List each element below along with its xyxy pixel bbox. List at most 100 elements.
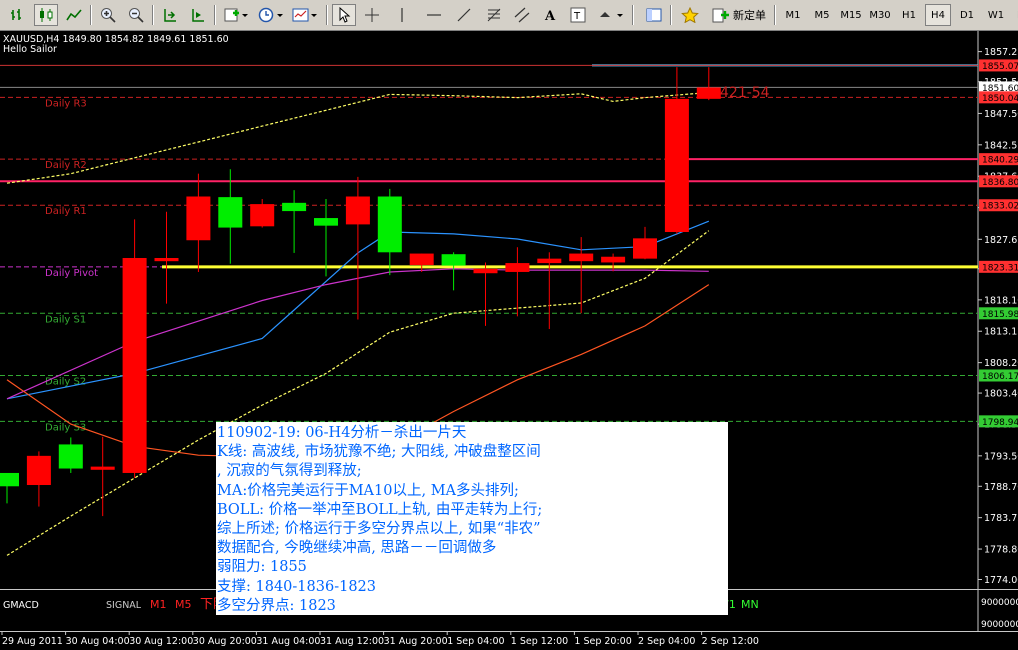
timeframe-m5[interactable]: M5 [809,4,835,26]
toolbar-separator [774,5,776,25]
toolbar-separator [670,5,672,25]
time-label: 29 Aug 2011 [2,636,63,647]
price-tick-label: 1813.15 [984,327,1018,338]
time-label: 31 Aug 04:00 [256,636,320,647]
new-order-button[interactable]: 新定单 [708,4,770,26]
price-tick-label: 1803.40 [984,389,1018,400]
crosshair-icon[interactable] [360,4,384,26]
timeframe-m15[interactable]: M15 [838,4,864,26]
gmacd-label: GMACD [3,600,39,611]
candlestick-chart-icon[interactable] [34,4,58,26]
candle-body [186,196,211,241]
timeframe-m30[interactable]: M30 [867,4,893,26]
zoom-out-icon[interactable] [124,4,148,26]
price-tick-label: 1842.55 [984,140,1018,151]
time-label: 1 Sep 20:00 [574,636,631,647]
commentary-line: BOLL: 价格一举冲至BOLL上轨, 由平走转为上行; [217,501,543,518]
price-tick-label: 1778.80 [984,545,1018,556]
time-label: 30 Aug 04:00 [66,636,130,647]
candle-body [0,472,19,487]
level-label-daily-pivot: Daily Pivot [45,268,98,279]
price-tick-label: 1774.00 [984,575,1018,586]
candle-body [569,253,594,262]
indicators-menu-icon[interactable] [222,4,250,26]
svg-text:T: T [573,11,581,22]
time-label: 2 Sep 12:00 [702,636,759,647]
candle-body [537,258,562,264]
toolbar-separator [214,5,216,25]
periods-menu-icon[interactable] [256,4,286,26]
time-label: 31 Aug 20:00 [384,636,448,647]
toolbar: A T 新定单 M1M5M15M30H1H4D1W1MN [0,0,1018,31]
price-tick-label: 1783.75 [984,513,1018,524]
line-chart-icon[interactable] [62,4,86,26]
text-label-icon[interactable]: T [566,4,590,26]
commentary-line: 综上所述; 价格运行于多空分界点以上, 如果“非农” [217,521,541,538]
level-label-daily-s1: Daily S1 [45,314,86,325]
zoom-in-icon[interactable] [96,4,120,26]
signal-m1: M1 [150,598,167,611]
commentary-line: 多空分界点: 1823 [217,597,336,614]
price-tick-label: 1818.10 [984,295,1018,306]
chart-window[interactable]: 1857.251852.501847.501842.551837.601832.… [0,31,1018,650]
svg-text:A: A [544,9,556,23]
horizontal-line-icon[interactable] [422,4,446,26]
candle-body [122,258,147,473]
candle-body [282,202,307,212]
timeframe-m1[interactable]: M1 [780,4,806,26]
cursor-icon[interactable] [332,4,356,26]
candle-body [633,238,657,259]
timeframe-h4[interactable]: H4 [925,4,951,26]
signal-label: SIGNAL [106,600,142,611]
price-tag-label: 1836.80 [982,178,1018,188]
timeframe-w1[interactable]: W1 [983,4,1009,26]
commentary-line: , 沉寂的气氛得到释放; [217,463,362,480]
subwindow-scale-bottom: 9000000 [981,620,1018,630]
channel-icon[interactable] [510,4,534,26]
commentary-line: 支撑: 1840-1836-1823 [217,578,376,595]
price-tag-label: 1840.29 [982,156,1018,166]
fibonacci-icon[interactable] [482,4,506,26]
favorites-star-icon[interactable] [678,4,702,26]
level-label-daily-r2: Daily R2 [45,160,87,171]
candle-body [505,263,530,272]
level-label-daily-s2: Daily S2 [45,377,86,388]
new-order-icon [712,8,729,23]
commentary-line: 弱阻力: 1855 [217,559,307,576]
toolbar-separator [152,5,154,25]
text-tool-icon[interactable]: A [538,4,562,26]
price-tick-label: 1847.50 [984,109,1018,120]
level-label-daily-r3: Daily R3 [45,98,87,109]
timeframe-h1[interactable]: H1 [896,4,922,26]
templates-menu-icon[interactable] [290,4,320,26]
price-tick-label: 1793.50 [984,451,1018,462]
candle-body [154,258,179,262]
commentary-line: 110902-19: 06-H4分析－杀出一片天 [217,425,467,441]
candle-body [26,455,51,486]
trendline-icon[interactable] [452,4,476,26]
analysis-commentary: 110902-19: 06-H4分析－杀出一片天 K线: 高波线, 市场犹豫不绝… [216,422,728,615]
candle-body [250,204,275,227]
timeframe-d1[interactable]: D1 [954,4,980,26]
indicator-name: Hello Sailor [3,44,57,55]
chart-shift-icon[interactable] [186,4,210,26]
candle-body [601,256,626,263]
time-label: 30 Aug 12:00 [129,636,193,647]
arrows-menu-icon[interactable] [596,4,626,26]
price-tag-label: 1815.98 [982,310,1018,320]
candle-body [218,197,243,228]
vertical-line-icon[interactable] [390,4,414,26]
price-tag-label: 1798.94 [982,418,1018,428]
price-tick-label: 1808.20 [984,358,1018,369]
price-tick-label: 1857.25 [984,47,1018,58]
toolbar-separator [326,5,328,25]
candle-body [58,444,83,469]
navigator-icon[interactable] [642,4,666,26]
autoscroll-icon[interactable] [158,4,182,26]
timeframe-mn[interactable]: MN [1012,4,1018,26]
price-tick-label: 1827.65 [984,235,1018,246]
price-tag-label: 1855.07 [982,62,1018,72]
commentary-line: MA:价格完美运行于MA10以上, MA多头排列; [217,482,519,499]
candle-body [696,87,721,99]
bar-chart-icon[interactable] [6,4,30,26]
